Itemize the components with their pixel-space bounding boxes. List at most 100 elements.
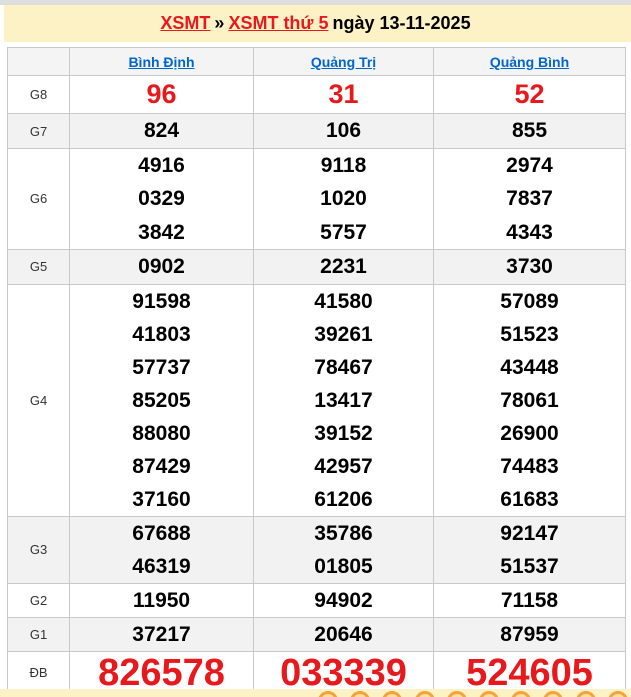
- result-cell: 92147 51537: [433, 515, 626, 584]
- prize-label: G1: [7, 616, 70, 652]
- table-row: G5 0902 2231 3730: [7, 248, 626, 285]
- prize-label: G5: [7, 248, 70, 285]
- result-cell: 20646: [253, 616, 434, 652]
- result-number: 37217: [132, 622, 191, 646]
- lotto-ball-icon: [575, 691, 596, 697]
- result-number: 524605: [466, 651, 593, 694]
- column-header-cell: Quảng Trị: [253, 47, 434, 76]
- province-link[interactable]: Quảng Trị: [311, 54, 376, 70]
- lotto-ball-icon: [511, 691, 532, 697]
- lotto-ball-icon: [446, 691, 467, 697]
- result-cell: 31: [253, 75, 434, 114]
- result-cell: 4916 0329 3842: [69, 148, 254, 250]
- result-number: 9118: [320, 154, 367, 177]
- result-number: 0902: [138, 254, 185, 278]
- result-cell: 41580 39261 78467 13417 39152 42957 61206: [253, 283, 434, 517]
- result-number: 94902: [314, 588, 373, 612]
- title-link-xsmt[interactable]: XSMT: [160, 13, 210, 33]
- result-number: 1020: [320, 187, 367, 211]
- result-number: 2231: [320, 254, 367, 278]
- result-number: 57089: [500, 289, 559, 313]
- result-number: 4343: [506, 220, 553, 244]
- result-number: 106: [325, 119, 362, 142]
- result-number: 033339: [280, 651, 407, 694]
- result-number: 3842: [138, 220, 185, 244]
- table-row: G6 4916 0329 3842 9118 1020 5757 2974 7837 4343: [7, 148, 626, 250]
- results-table: Bình Định Quảng Trị Quảng Bình G8 96 31 52 G7 8…: [7, 47, 626, 695]
- result-cell: 0902: [69, 248, 254, 285]
- result-number: 96: [146, 79, 177, 109]
- result-number: 78467: [314, 355, 373, 379]
- result-number: 0329: [138, 187, 185, 211]
- result-cell: 35786 01805: [253, 515, 434, 584]
- result-number: 37160: [132, 487, 191, 511]
- prize-label: G7: [7, 113, 70, 149]
- result-cell: 91598 41803 57737 85205 88080 87429 37160: [69, 283, 254, 517]
- result-cell: 52: [433, 75, 626, 114]
- result-number: 824: [143, 119, 180, 142]
- result-number: 46319: [132, 554, 191, 578]
- page-title: XSMT» XSMT thứ 5 ngày 13-11-2025: [4, 5, 631, 42]
- result-number: 4916: [138, 154, 185, 177]
- result-number: 51537: [500, 554, 559, 578]
- prize-label: G2: [7, 582, 70, 618]
- result-number: 35786: [314, 521, 373, 545]
- result-number: 20646: [314, 622, 373, 646]
- result-number: 41580: [314, 289, 373, 313]
- result-number: 41803: [132, 322, 191, 346]
- result-cell: 824: [69, 113, 254, 149]
- result-number: 52: [514, 79, 545, 109]
- lotto-ball-icon: [414, 691, 435, 697]
- province-link[interactable]: Bình Định: [128, 54, 194, 70]
- table-row: G1 37217 20646 87959: [7, 616, 626, 652]
- result-number: 71158: [500, 588, 559, 612]
- prize-label: G6: [7, 148, 70, 250]
- result-cell: 855: [433, 113, 626, 149]
- lotto-ball-icon: [382, 691, 403, 697]
- result-number: 61206: [314, 487, 373, 511]
- result-cell: 11950: [69, 582, 254, 618]
- province-link[interactable]: Quảng Bình: [490, 54, 569, 70]
- result-number: 43448: [500, 355, 559, 379]
- lotto-ball-icon: [318, 691, 338, 697]
- lotto-ball-icon: [543, 691, 564, 697]
- result-number: 85205: [132, 388, 191, 412]
- table-row: G3 67688 46319 35786 01805 92147 51537: [7, 515, 626, 584]
- result-number: 57737: [132, 355, 191, 379]
- result-number: 67688: [132, 521, 191, 545]
- lotto-ball-icon: [479, 691, 499, 697]
- table-row: G8 96 31 52: [7, 75, 626, 114]
- prize-label: G8: [7, 75, 70, 114]
- lotto-ball-icon: [607, 691, 628, 697]
- result-number: 39261: [314, 322, 373, 346]
- title-separator: »: [214, 13, 225, 33]
- result-number: 826578: [98, 651, 225, 694]
- result-cell: 96: [69, 75, 254, 114]
- column-header-cell: Quảng Bình: [433, 47, 626, 76]
- table-row: G2 11950 94902 71158: [7, 582, 626, 618]
- lotto-balls-strip: [0, 689, 631, 697]
- result-number: 91598: [132, 289, 191, 313]
- result-number: 51523: [500, 322, 559, 346]
- result-number: 87959: [500, 622, 559, 646]
- result-number: 88080: [132, 421, 191, 445]
- result-cell: 106: [253, 113, 434, 149]
- result-number: 42957: [314, 454, 373, 478]
- result-number: 61683: [500, 487, 559, 511]
- result-cell: 87959: [433, 616, 626, 652]
- result-number: 39152: [314, 421, 373, 445]
- column-header-cell: Bình Định: [69, 47, 254, 76]
- result-number: 2974: [506, 154, 553, 177]
- result-cell: 57089 51523 43448 78061 26900 74483 61683: [433, 283, 626, 517]
- result-number: 13417: [314, 388, 373, 412]
- results-table-body: G8 96 31 52 G7 824 106 855 G6 4916 0329 3842 9118 102…: [7, 75, 626, 695]
- result-number: 92147: [500, 521, 559, 545]
- result-number: 855: [511, 119, 548, 142]
- result-cell: 2974 7837 4343: [433, 148, 626, 250]
- title-link-xsmt-thu5[interactable]: XSMT thứ 5: [228, 13, 328, 33]
- result-cell: 37217: [69, 616, 254, 652]
- result-number: 3730: [506, 254, 553, 278]
- lotto-ball-icon: [350, 691, 371, 697]
- result-number: 87429: [132, 454, 191, 478]
- prize-label: G3: [7, 515, 70, 584]
